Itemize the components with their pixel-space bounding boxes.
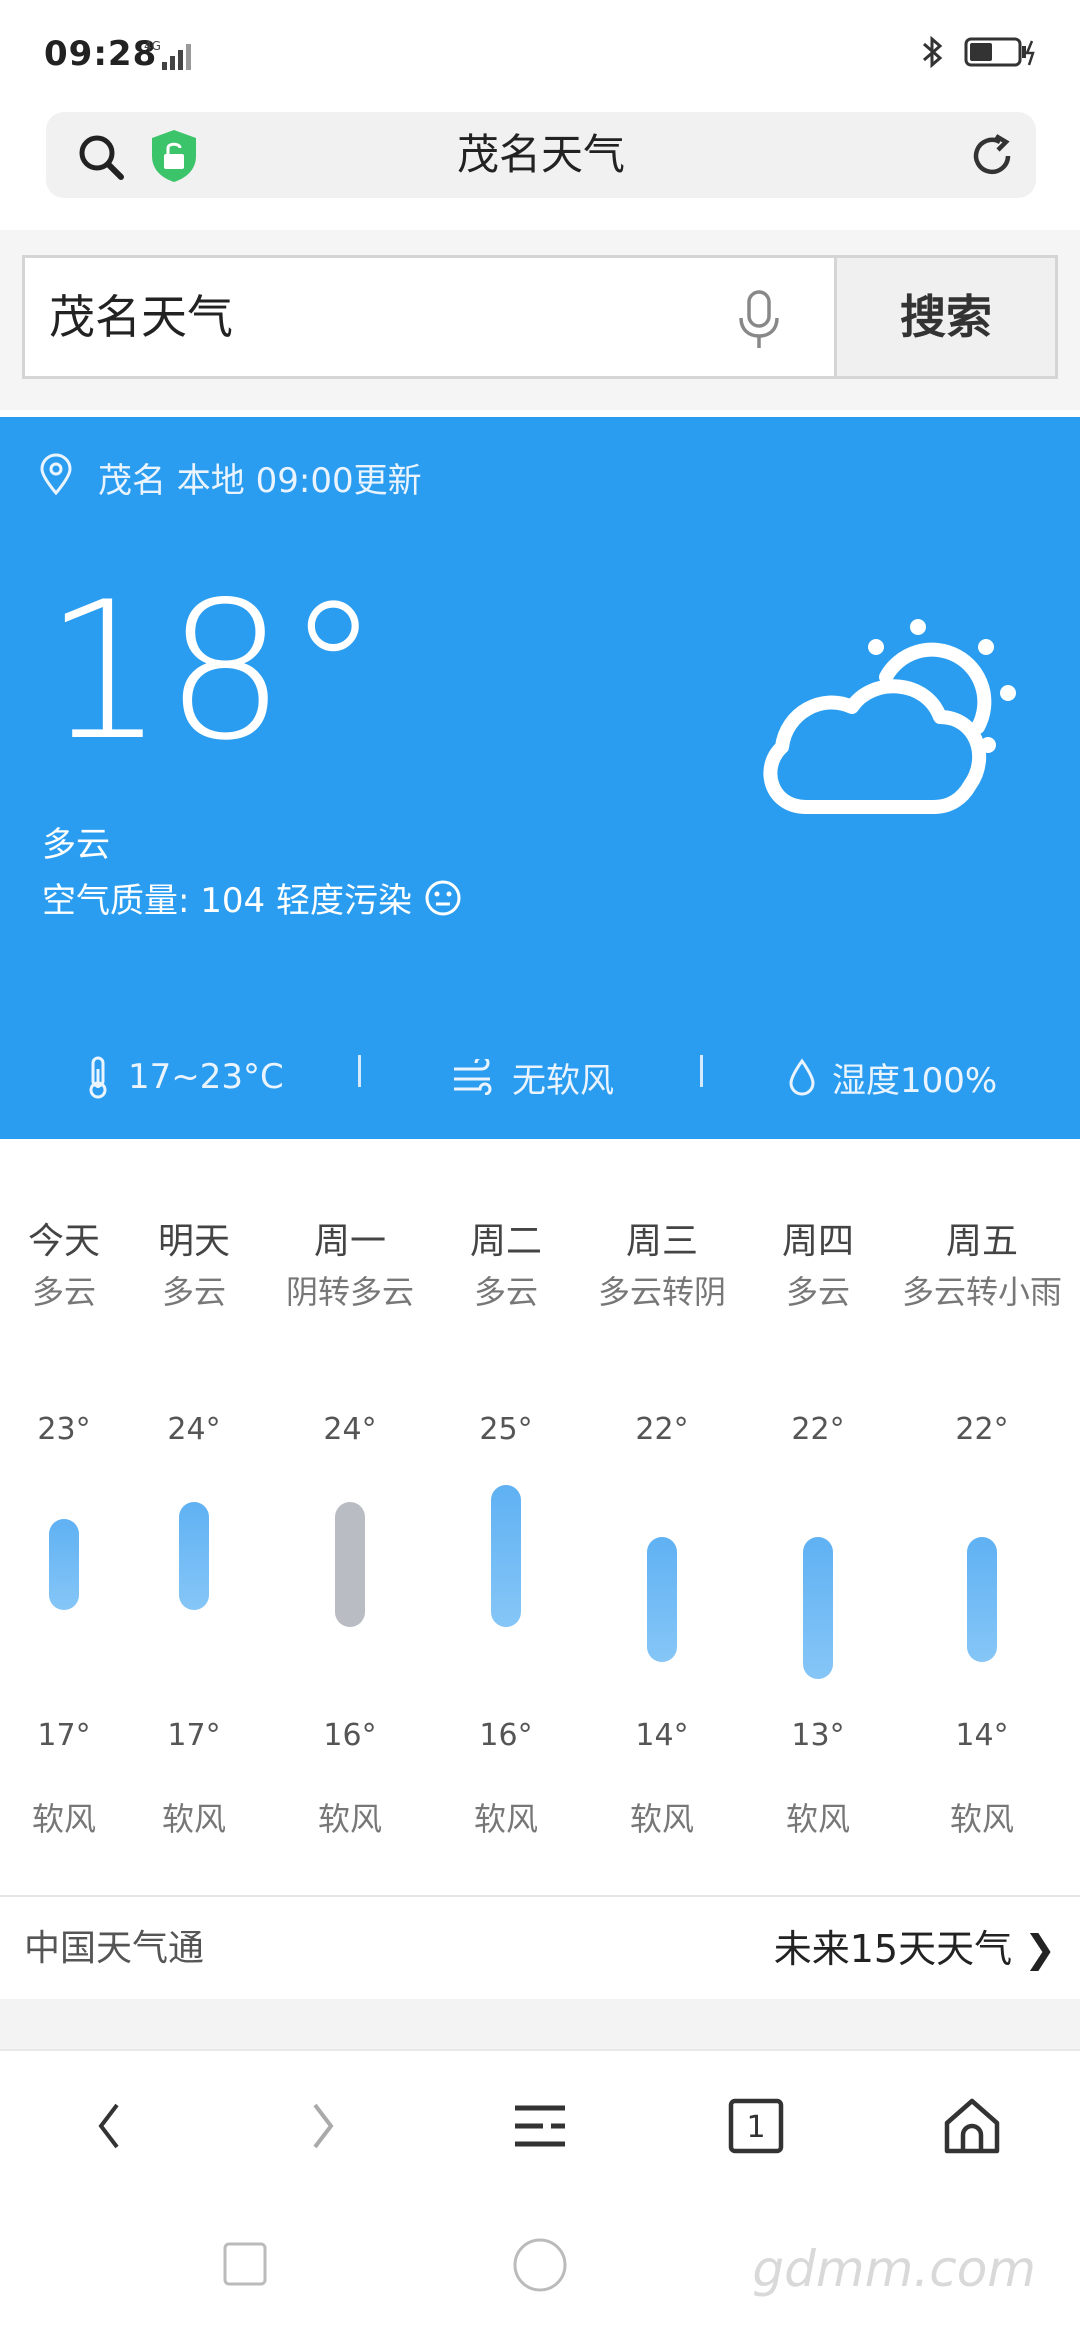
browser-toolbar: 1 — [0, 2049, 1080, 2199]
forecast-day[interactable]: 周四多云 22° 13° 软风 — [743, 1162, 893, 1894]
tabs-button[interactable]: 1 — [676, 2051, 836, 2201]
tab-count: 1 — [746, 2110, 765, 2145]
wind-icon — [454, 1059, 492, 1095]
forecast-high: 24° — [167, 1412, 221, 1447]
forecast-high: 22° — [955, 1412, 1009, 1447]
location-update-text: 茂名 本地 09:00更新 — [98, 461, 422, 501]
home-button[interactable] — [892, 2051, 1052, 2201]
partly-cloudy-icon — [763, 619, 1016, 814]
microphone-icon[interactable] — [737, 290, 781, 350]
forecast-low: 16° — [323, 1718, 377, 1753]
tabs-icon: 1 — [728, 2098, 784, 2154]
forecast-list: 今天 多云 23° 17° 软风 明天 多云 24° 17° 软风 周一 阴转多云 24° 16° 软风 周二… — [0, 1162, 1080, 1894]
refresh-icon[interactable] — [968, 132, 1016, 180]
forecast-wind: 软风 — [317, 1800, 382, 1838]
temperature-range-bar — [967, 1536, 997, 1662]
forecast-day[interactable]: 周一阴转多云 24° 16° 软风 — [275, 1162, 425, 1894]
watermark: gdmm.com — [752, 2240, 1036, 2298]
recent-apps-icon[interactable] — [222, 2241, 268, 2287]
back-button[interactable] — [28, 2051, 188, 2201]
thermometer-icon — [89, 1056, 107, 1099]
current-weather-card[interactable]: 茂名 本地 09:00更新 18° 多云 空气质量: 104 轻度污染 17~2… — [0, 417, 1080, 1139]
air-quality: 空气质量: 104 轻度污染 — [42, 873, 462, 922]
forecast-day-label: 明天 — [157, 1221, 230, 1262]
chevron-left-icon — [98, 2103, 119, 2149]
battery-icon — [964, 37, 1035, 67]
signal-icon: 4G — [142, 38, 202, 76]
forecast-day-label: 周五 — [945, 1221, 1018, 1262]
water-drop-icon — [789, 1058, 815, 1096]
card-footer: 17~23°C 无软风 湿度100% — [0, 1047, 1080, 1107]
bluetooth-icon — [923, 35, 943, 69]
temperature-range-bar — [647, 1536, 677, 1662]
forecast-condition: 多云转小雨 — [902, 1273, 1063, 1311]
temp-range: 17~23°C — [84, 1047, 284, 1107]
forecast-day[interactable]: 周三多云转阴 22° 14° 软风 — [587, 1162, 737, 1894]
home-icon — [944, 2098, 1000, 2154]
forecast-condition: 阴转多云 — [285, 1273, 414, 1311]
home-circle-icon[interactable] — [512, 2237, 568, 2293]
weather-source-link[interactable]: 中国天气通 — [24, 1897, 204, 2001]
forecast-high: 22° — [635, 1412, 689, 1447]
forecast-condition: 多云 — [161, 1273, 226, 1311]
forecast-day-label: 周三 — [625, 1221, 698, 1262]
search-button[interactable]: 搜索 — [834, 255, 1058, 379]
forecast-day[interactable]: 明天多云 24° 17° 软风 — [119, 1162, 269, 1894]
divider — [700, 1055, 703, 1087]
forecast-low: 13° — [791, 1718, 845, 1753]
forecast-low: 16° — [479, 1718, 533, 1753]
air-quality-text: 空气质量: 104 轻度污染 — [42, 881, 412, 921]
forecast-day[interactable]: 周二多云 25° 16° 软风 — [431, 1162, 581, 1894]
temperature-range-bar — [49, 1519, 79, 1611]
status-right — [920, 34, 1038, 70]
forecast-day-label: 周四 — [781, 1221, 854, 1262]
spacer — [0, 1999, 1080, 2049]
temperature-range-bar — [803, 1536, 833, 1679]
wind-text: 无软风 — [512, 1060, 614, 1101]
wind-info: 无软风 — [452, 1047, 614, 1107]
temperature-range-bar — [335, 1502, 365, 1628]
temperature-range-bar — [179, 1502, 209, 1611]
network-type-label: 4G — [144, 39, 161, 53]
forecast-condition: 多云转阴 — [597, 1273, 726, 1311]
forecast-wind: 软风 — [949, 1800, 1014, 1838]
search-query-text: 茂名天气 — [49, 290, 233, 344]
forecast-low: 14° — [635, 1718, 689, 1753]
temperature-range-bar — [491, 1485, 521, 1628]
location-pin-icon — [40, 453, 72, 495]
search-input[interactable]: 茂名天气 — [22, 255, 834, 379]
forecast-wind: 软风 — [161, 1800, 226, 1838]
status-time: 09:28 — [44, 34, 158, 74]
links-row: 中国天气通 未来15天天气 ❯ — [0, 1895, 1080, 1999]
humidity-text: 湿度100% — [832, 1060, 998, 1101]
forecast-condition: 多云 — [785, 1273, 850, 1311]
forward-button[interactable] — [244, 2051, 404, 2201]
chevron-right-icon — [313, 2103, 334, 2149]
search-icon[interactable] — [76, 132, 126, 182]
forecast-day[interactable]: 周五多云转小雨 22° 14° 软风 — [902, 1162, 1062, 1894]
url-bar[interactable]: 茂名天气 — [46, 112, 1036, 198]
forecast-high: 24° — [323, 1412, 377, 1447]
current-condition: 多云 — [42, 825, 110, 865]
forecast-day-label: 周二 — [469, 1221, 542, 1262]
temp-range-text: 17~23°C — [128, 1057, 284, 1097]
menu-button[interactable] — [460, 2051, 620, 2201]
divider — [358, 1055, 361, 1087]
forecast-high: 25° — [479, 1412, 533, 1447]
forecast-condition: 多云 — [473, 1273, 538, 1311]
neutral-face-icon — [425, 880, 461, 915]
current-temperature: 18° — [44, 561, 381, 782]
security-shield-icon[interactable] — [148, 128, 200, 184]
forecast-wind: 软风 — [473, 1800, 538, 1838]
forecast-wind: 软风 — [785, 1800, 850, 1838]
forecast-day-label: 周一 — [313, 1221, 386, 1262]
forecast-high: 22° — [791, 1412, 845, 1447]
forecast-wind: 软风 — [629, 1800, 694, 1838]
forecast-low: 14° — [955, 1718, 1009, 1753]
forecast-low: 17° — [167, 1718, 221, 1753]
menu-icon — [515, 2105, 565, 2147]
humidity-info: 湿度100% — [788, 1047, 997, 1107]
15-day-forecast-link[interactable]: 未来15天天气 ❯ — [774, 1897, 1056, 2001]
